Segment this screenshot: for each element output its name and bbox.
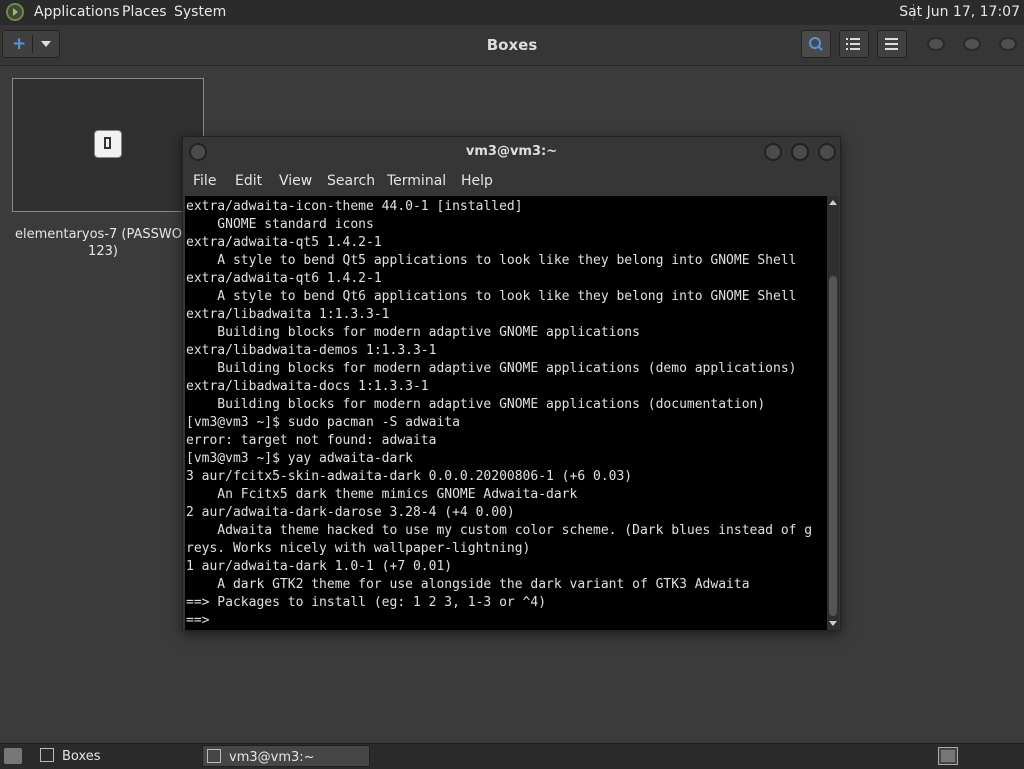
maximize-button[interactable] xyxy=(963,37,981,51)
task-boxes[interactable]: Boxes xyxy=(36,745,196,767)
vm-name-line2: 123) xyxy=(88,244,118,259)
menu-file[interactable]: File xyxy=(193,173,216,189)
terminal-window: vm3@vm3:~ File Edit View Search Terminal… xyxy=(182,136,841,631)
menu-button[interactable] xyxy=(877,30,907,58)
terminal-line: error: target not found: adwaita xyxy=(186,433,437,448)
scrollbar-thumb[interactable] xyxy=(829,276,837,616)
terminal-maximize-button[interactable] xyxy=(791,143,809,161)
search-button[interactable] xyxy=(801,30,831,58)
system-menu[interactable]: System xyxy=(174,4,226,20)
terminal-line: 2 aur/adwaita-dark-darose 3.28-4 (+4 0.0… xyxy=(186,505,515,520)
vm-icon xyxy=(94,130,122,158)
terminal-line: extra/adwaita-icon-theme 44.0-1 [install… xyxy=(186,199,523,214)
terminal-line: Building blocks for modern adaptive GNOM… xyxy=(186,361,797,376)
terminal-output[interactable]: extra/adwaita-icon-theme 44.0-1 [install… xyxy=(185,196,827,630)
bottom-taskbar: Boxes vm3@vm3:~ xyxy=(0,743,1024,769)
vm-name-line1: elementaryos-7 (PASSWOR xyxy=(14,227,192,242)
task-terminal-label: vm3@vm3:~ xyxy=(229,750,315,765)
terminal-line: [vm3@vm3 ~]$ yay adwaita-dark xyxy=(186,451,413,466)
show-desktop-icon[interactable] xyxy=(4,748,22,764)
terminal-line: A style to bend Qt5 applications to look… xyxy=(186,253,797,268)
applications-logo-icon[interactable] xyxy=(6,3,24,21)
terminal-minimize-button[interactable] xyxy=(764,143,782,161)
terminal-app-icon xyxy=(207,749,221,763)
menu-view[interactable]: View xyxy=(279,173,312,189)
terminal-line: extra/libadwaita 1:1.3.3-1 xyxy=(186,307,390,322)
terminal-line: 3 aur/fcitx5-skin-adwaita-dark 0.0.0.202… xyxy=(186,469,633,484)
menu-edit[interactable]: Edit xyxy=(235,173,262,189)
terminal-close-button[interactable] xyxy=(818,143,836,161)
terminal-menubar: File Edit View Search Terminal Help xyxy=(183,167,840,196)
hamburger-menu-icon xyxy=(885,38,898,50)
list-view-button[interactable] xyxy=(839,30,869,58)
boxes-window-title: Boxes xyxy=(486,36,538,54)
terminal-title: vm3@vm3:~ xyxy=(465,144,558,159)
terminal-line: Building blocks for modern adaptive GNOM… xyxy=(186,325,640,340)
terminal-line: Adwaita theme hacked to use my custom co… xyxy=(186,523,813,538)
workspace-switcher[interactable] xyxy=(938,747,958,765)
close-button[interactable] xyxy=(999,37,1017,51)
menu-terminal[interactable]: Terminal xyxy=(387,173,446,189)
terminal-line: Building blocks for modern adaptive GNOM… xyxy=(186,397,766,412)
terminal-scrollbar[interactable] xyxy=(827,196,839,630)
vm-name-label[interactable]: elementaryos-7 (PASSWOR 123) xyxy=(12,226,194,262)
terminal-line: extra/adwaita-qt5 1.4.2-1 xyxy=(186,235,382,250)
terminal-line: extra/libadwaita-docs 1:1.3.3-1 xyxy=(186,379,429,394)
terminal-line: ==> xyxy=(186,613,218,628)
terminal-line: [vm3@vm3 ~]$ sudo pacman -S adwaita xyxy=(186,415,460,430)
scroll-down-icon[interactable] xyxy=(829,621,837,626)
clock[interactable]: Sat Jun 17, 17:07 xyxy=(899,4,1020,20)
boxes-app-icon xyxy=(40,748,54,762)
terminal-line: A dark GTK2 theme for use alongside the … xyxy=(186,577,750,592)
terminal-titlebar[interactable]: vm3@vm3:~ xyxy=(183,137,840,167)
terminal-line: extra/libadwaita-demos 1:1.3.3-1 xyxy=(186,343,437,358)
terminal-line: ==> Packages to install (eg: 1 2 3, 1-3 … xyxy=(186,595,547,610)
terminal-line: reys. Works nicely with wallpaper-lightn… xyxy=(186,541,531,556)
search-icon xyxy=(809,37,823,51)
menu-help[interactable]: Help xyxy=(461,173,493,189)
boxes-header-bar: + Boxes xyxy=(0,25,1024,66)
scroll-up-icon[interactable] xyxy=(829,200,837,205)
terminal-line: GNOME standard icons xyxy=(186,217,374,232)
terminal-line: 1 aur/adwaita-dark 1.0-1 (+7 0.01) xyxy=(186,559,453,574)
terminal-line: An Fcitx5 dark theme mimics GNOME Adwait… xyxy=(186,487,578,502)
places-menu[interactable]: Places xyxy=(122,4,167,20)
task-boxes-label: Boxes xyxy=(62,749,101,764)
terminal-line: extra/adwaita-qt6 1.4.2-1 xyxy=(186,271,382,286)
menu-search[interactable]: Search xyxy=(327,173,375,189)
terminal-text: extra/adwaita-icon-theme 44.0-1 [install… xyxy=(185,196,827,630)
applications-menu[interactable]: Applications xyxy=(34,4,120,20)
minimize-button[interactable] xyxy=(927,37,945,51)
task-terminal[interactable]: vm3@vm3:~ xyxy=(202,745,370,767)
top-panel: Applications Places System Sat Jun 17, 1… xyxy=(0,0,1024,26)
list-view-icon xyxy=(846,38,860,50)
terminal-line: A style to bend Qt6 applications to look… xyxy=(186,289,797,304)
